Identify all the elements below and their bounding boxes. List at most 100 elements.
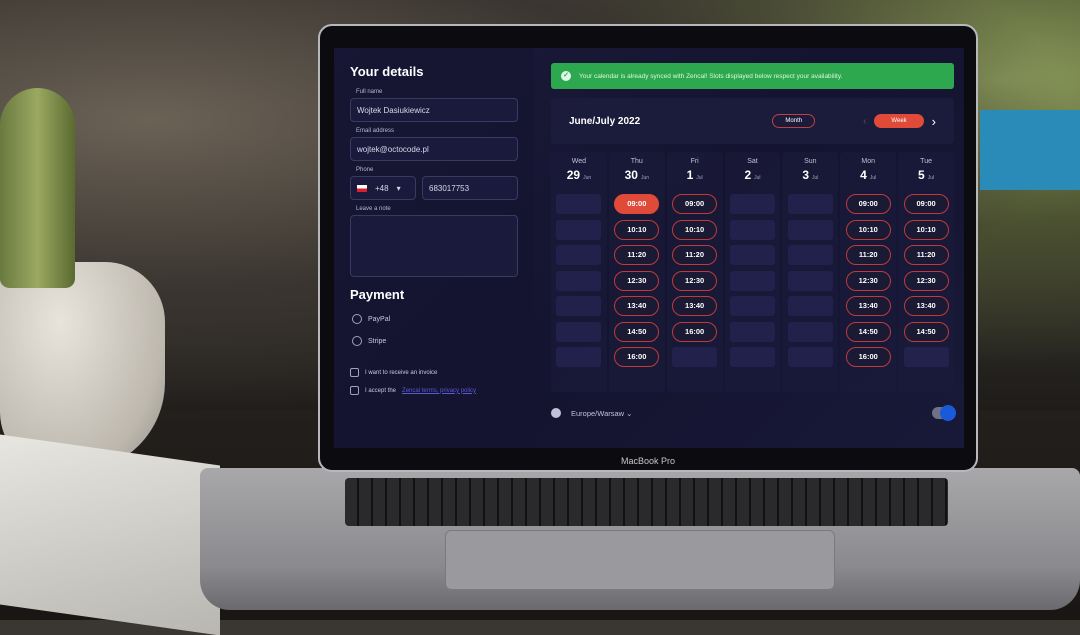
day-name: Fri	[690, 158, 699, 165]
time-slot[interactable]: 10:10	[903, 219, 949, 240]
background-tv	[980, 110, 1080, 190]
day-name: Thu	[630, 158, 643, 165]
chevron-down-icon: ▾	[396, 183, 401, 193]
banner-text: Your calendar is already synced with Zen…	[579, 72, 843, 80]
radio-icon	[352, 336, 362, 346]
day-column: Mon 4 Jul 09:00 10:10 11:20 12:30 13:40 14:50 16…	[840, 152, 897, 392]
country-code: +48	[375, 183, 389, 193]
time-slot[interactable]: 16:00	[614, 347, 660, 367]
time-slot[interactable]: 09:00	[903, 194, 949, 214]
accept-terms-checkbox[interactable]: I accept the Zencal terms, privacy policy	[350, 386, 518, 395]
date-month: Jun	[640, 175, 649, 181]
timezone-select[interactable]: Europe/Warsaw ⌄	[571, 409, 932, 418]
empty-slot	[730, 347, 775, 367]
chevron-left-icon[interactable]: ‹	[863, 116, 866, 127]
time-slot[interactable]: 12:30	[672, 270, 718, 291]
checkbox-icon	[350, 386, 359, 395]
trackpad	[445, 530, 835, 590]
time-slot[interactable]: 12:30	[614, 270, 660, 291]
time-slot[interactable]: 12:30	[903, 270, 949, 291]
day-column: Tue 5 Jul 09:00 10:10 11:20 12:30 13:40 14:50	[898, 152, 955, 392]
empty-slot	[730, 194, 775, 214]
time-slot[interactable]: 10:10	[845, 219, 891, 240]
date-month: Jul	[754, 175, 761, 181]
invoice-checkbox[interactable]: I want to receive an invoice	[350, 368, 518, 377]
details-title: Your details	[350, 64, 424, 79]
empty-slot	[787, 270, 833, 291]
day-date: 1 Jul	[687, 168, 703, 182]
payment-option-paypal[interactable]: PayPal	[352, 314, 518, 324]
time-slot[interactable]: 12:30	[845, 270, 891, 291]
day-name: Tue	[920, 158, 932, 165]
keyboard	[345, 478, 948, 526]
empty-slot	[903, 347, 949, 367]
day-column: Sun 3 Jul	[782, 152, 839, 392]
day-column: Sat 2 Jul	[724, 152, 781, 392]
empty-slot	[730, 245, 775, 265]
empty-slot	[556, 296, 602, 316]
time-slot[interactable]: 13:40	[903, 296, 949, 316]
cactus	[0, 88, 75, 288]
email-input[interactable]: wojtek@octocode.pl	[350, 137, 518, 161]
empty-slot	[730, 219, 775, 240]
time-slot[interactable]: 13:40	[845, 296, 891, 316]
globe-icon	[551, 408, 561, 418]
chevron-right-icon[interactable]: ›	[932, 114, 936, 129]
country-code-select[interactable]: +48 ▾	[350, 176, 416, 200]
dark-mode-toggle[interactable]	[932, 405, 956, 421]
time-slot[interactable]: 11:20	[845, 245, 891, 265]
time-slot[interactable]: 11:20	[903, 245, 949, 265]
payment-option-stripe[interactable]: Stripe	[352, 336, 518, 346]
note-textarea[interactable]	[350, 215, 518, 277]
time-slot[interactable]: 14:50	[845, 321, 891, 342]
checkbox-icon	[350, 368, 359, 377]
empty-slot	[556, 194, 602, 214]
payment-option-label: PayPal	[368, 315, 391, 323]
day-column: Thu 30 Jun 09:00 10:10 11:20 12:30 13:40 14:50 1…	[608, 152, 665, 392]
full-name-input[interactable]: Wojtek Dasiukiewicz	[350, 98, 518, 122]
phone-input[interactable]: 683017753	[422, 176, 518, 200]
empty-slot	[787, 194, 833, 214]
date-month: Jul	[869, 175, 877, 181]
time-slot[interactable]: 13:40	[672, 296, 718, 316]
month-view-button[interactable]: Month	[772, 114, 816, 128]
time-slot[interactable]: 09:00	[845, 194, 891, 214]
time-slot[interactable]: 10:10	[614, 219, 660, 240]
empty-slot	[787, 347, 833, 367]
day-date: 4 Jul	[860, 168, 876, 182]
day-date: 3 Jul	[802, 168, 818, 182]
time-slot[interactable]: 09:00	[672, 194, 718, 214]
time-slot[interactable]: 11:20	[672, 245, 718, 265]
laptop-brand: MacBook Pro	[620, 456, 676, 466]
empty-slot	[730, 296, 775, 316]
calendar-footer: Europe/Warsaw ⌄	[551, 400, 956, 426]
laptop-lid: Your details Full name Wojtek Dasiukiewi…	[318, 24, 978, 472]
date-number: 2	[744, 168, 752, 182]
empty-slot	[787, 245, 833, 265]
newspaper	[0, 434, 220, 635]
sync-banner: ✓ Your calendar is already synced with Ze…	[551, 63, 954, 89]
booking-screen: Your details Full name Wojtek Dasiukiewi…	[334, 48, 964, 448]
poland-flag-icon	[357, 184, 367, 192]
full-name-label: Full name	[356, 89, 383, 95]
time-slot[interactable]: 16:00	[845, 347, 891, 367]
time-slot[interactable]: 11:20	[614, 245, 660, 265]
date-month: Jun	[583, 175, 592, 181]
date-number: 5	[918, 168, 925, 182]
time-slot[interactable]: 10:10	[672, 219, 718, 240]
accept-label: I accept the	[365, 387, 397, 394]
time-slot[interactable]: 14:50	[903, 321, 949, 342]
time-slot[interactable]: 16:00	[672, 321, 718, 342]
payment-option-label: Stripe	[368, 337, 387, 345]
week-view-button[interactable]: Week	[874, 114, 924, 128]
time-slot[interactable]: 13:40	[614, 296, 660, 316]
day-column: Wed 29 Jun	[551, 152, 607, 392]
time-slot[interactable]: 14:50	[614, 321, 660, 342]
day-column: Fri 1 Jul 09:00 10:10 11:20 12:30 13:40 16:00	[666, 152, 723, 392]
terms-link[interactable]: Zencal terms, privacy policy	[402, 388, 476, 394]
empty-slot	[556, 321, 602, 342]
day-name: Wed	[571, 158, 587, 165]
note-label: Leave a note	[356, 206, 391, 212]
calendar-title: June/July 2022	[569, 115, 641, 127]
time-slot[interactable]: 09:00	[614, 194, 660, 214]
